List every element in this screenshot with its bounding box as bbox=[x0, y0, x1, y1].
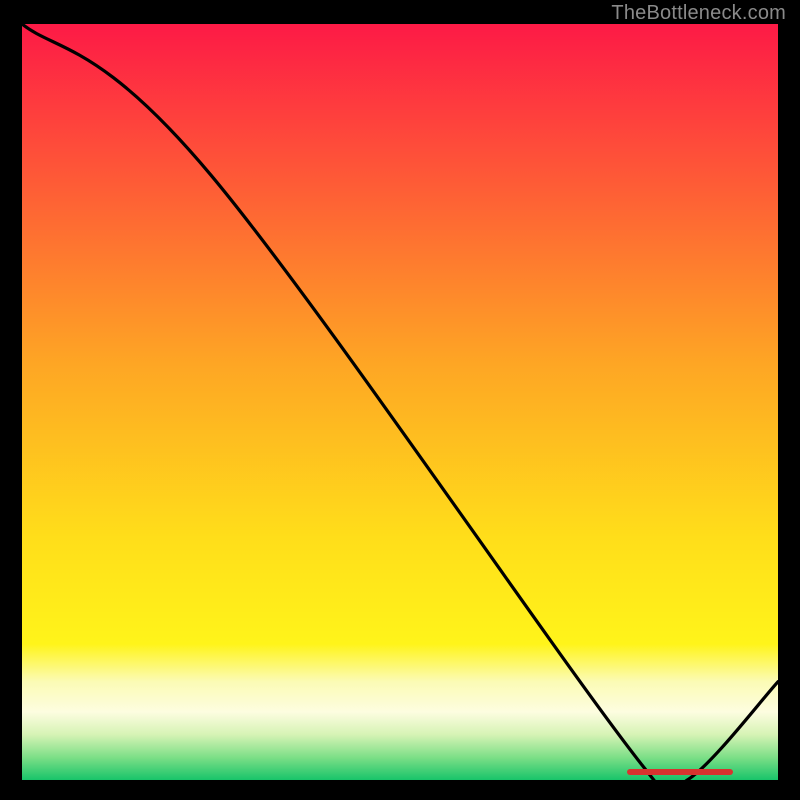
highlight-marker bbox=[627, 769, 733, 775]
chart-container: TheBottleneck.com bbox=[0, 0, 800, 800]
data-line bbox=[22, 24, 778, 780]
attribution-text: TheBottleneck.com bbox=[611, 2, 786, 25]
